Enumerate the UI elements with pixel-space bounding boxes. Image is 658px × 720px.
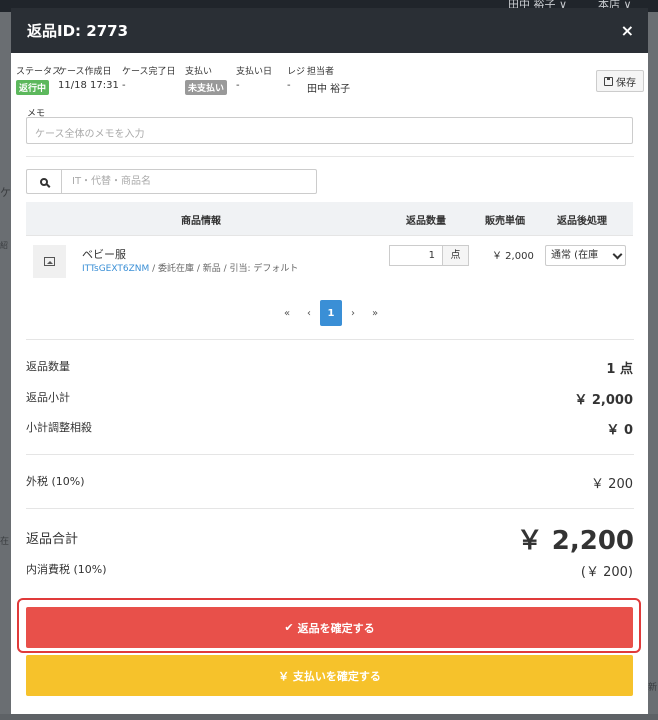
bg-fragment: ケ xyxy=(0,186,11,199)
total-value: ￥ 2,200 xyxy=(516,526,634,556)
register-value: - xyxy=(287,80,291,91)
summary-inc-tax: 内消費税 (10%) (￥ 200) xyxy=(26,561,633,580)
summary-adjust: 小計調整相殺 ￥ 0 xyxy=(26,419,633,438)
page-prev[interactable]: ‹ xyxy=(298,308,320,319)
bg-fragment: 在 xyxy=(0,537,10,547)
summary-tax: 外税 (10%) ￥ 200 xyxy=(26,473,633,492)
return-qty-label: 返品数量 xyxy=(26,360,70,373)
product-search: IT・代替・商品名 xyxy=(26,169,317,194)
return-qty-value: 1 点 xyxy=(606,362,633,377)
created-value: 11/18 17:31 xyxy=(58,80,119,91)
page-first[interactable]: « xyxy=(276,308,298,319)
save-button-label: 保存 xyxy=(616,77,636,89)
page-next[interactable]: › xyxy=(342,308,364,319)
page-last[interactable]: » xyxy=(364,308,386,319)
divider xyxy=(26,339,634,340)
confirm-return-label: 返品を確定する xyxy=(297,621,375,635)
subtotal-label: 返品小計 xyxy=(26,391,70,404)
adjust-value: ￥ 0 xyxy=(606,423,633,438)
search-input[interactable]: IT・代替・商品名 xyxy=(62,170,151,193)
quantity-input[interactable]: 1 xyxy=(389,245,442,266)
table-row: ベビー服 ITTsGEXT6ZNM / 委託在庫 / 新品 / 引当: デフォル… xyxy=(26,235,633,285)
quantity-unit: 点 xyxy=(442,245,469,266)
bg-fragment: 紹 xyxy=(0,241,8,250)
tax-value: ￥ 200 xyxy=(591,477,633,492)
memo-input[interactable]: ケース全体のメモを入力 xyxy=(26,117,633,144)
staff-label: 担当者 xyxy=(307,67,335,77)
created-field: ケース作成日 11/18 17:31 xyxy=(58,64,119,91)
col-product-info: 商品情報 xyxy=(181,216,221,227)
col-post-process: 返品後処理 xyxy=(557,216,607,227)
modal-title: 返品ID: 2773 xyxy=(27,22,129,40)
staff-value: 田中 裕子 xyxy=(307,84,351,95)
status-badge: 返行中 xyxy=(16,80,50,95)
paydate-label: 支払い日 xyxy=(236,67,273,77)
save-icon xyxy=(604,76,613,86)
paydate-field: 支払い日 - xyxy=(236,64,272,91)
post-process-value: 通常 (在庫 xyxy=(551,250,599,261)
product-name: ベビー服 xyxy=(82,248,126,261)
search-icon xyxy=(40,177,48,186)
image-icon xyxy=(44,257,55,266)
summary-return-qty: 返品数量 1 点 xyxy=(26,358,633,377)
close-icon[interactable]: × xyxy=(621,21,634,40)
total-label: 返品合計 xyxy=(26,532,79,547)
summary-subtotal: 返品小計 ￥ 2,000 xyxy=(26,389,633,408)
inc-tax-label: 内消費税 (10%) xyxy=(26,563,107,576)
bg-left-panel xyxy=(0,12,11,714)
payment-field: 支払い 未支払い xyxy=(185,64,228,95)
product-thumbnail xyxy=(33,245,66,278)
product-detail-text: / 委託在庫 / 新品 / 引当: デフォルト xyxy=(149,264,299,274)
save-button[interactable]: 保存 xyxy=(596,70,644,92)
bg-right-panel xyxy=(648,12,658,714)
status-field: ステータス 返行中 xyxy=(16,64,61,95)
pagination: « ‹ 1 › » xyxy=(276,300,386,326)
register-label: レジ xyxy=(287,67,306,77)
modal-header: 返品ID: 2773 × xyxy=(11,8,648,53)
col-unit-price: 販売単価 xyxy=(485,216,525,227)
tax-label: 外税 (10%) xyxy=(26,475,85,488)
post-process-select[interactable]: 通常 (在庫 xyxy=(545,245,626,266)
divider xyxy=(26,156,634,157)
search-button[interactable] xyxy=(27,170,62,193)
divider xyxy=(26,508,634,509)
check-icon: ✔ xyxy=(284,621,294,634)
staff-field: 担当者 田中 裕子 xyxy=(307,64,350,95)
completed-value: - xyxy=(122,80,126,91)
completed-field: ケース完了日 - xyxy=(122,64,176,91)
register-field: レジ - xyxy=(287,64,305,91)
product-detail: ITTsGEXT6ZNM / 委託在庫 / 新品 / 引当: デフォルト xyxy=(82,261,298,274)
completed-label: ケース完了日 xyxy=(122,67,176,77)
col-return-qty: 返品数量 xyxy=(406,216,446,227)
inc-tax-value: (￥ 200) xyxy=(580,565,633,580)
quantity-stepper: 1 点 xyxy=(389,245,469,266)
chevron-down-icon xyxy=(612,249,623,260)
case-info-row: ステータス 返行中 ケース作成日 11/18 17:31 ケース完了日 - 支払… xyxy=(16,64,644,96)
product-code-link[interactable]: ITTsGEXT6ZNM xyxy=(82,264,149,274)
subtotal-value: ￥ 2,000 xyxy=(574,393,633,408)
unit-price: ￥ 2,000 xyxy=(492,251,534,262)
paydate-value: - xyxy=(236,80,240,91)
payment-badge: 未支払い xyxy=(185,80,228,95)
page-current[interactable]: 1 xyxy=(320,300,342,326)
status-label: ステータス xyxy=(16,67,62,77)
confirm-return-button[interactable]: ✔ 返品を確定する xyxy=(26,607,633,648)
confirm-payment-button[interactable]: ￥ 支払いを確定する xyxy=(26,655,633,696)
payment-label: 支払い xyxy=(185,67,213,77)
bg-fragment: 新 xyxy=(648,683,658,693)
divider xyxy=(26,454,634,455)
confirm-payment-label: ￥ 支払いを確定する xyxy=(278,669,381,683)
adjust-label: 小計調整相殺 xyxy=(26,421,92,434)
table-header: 商品情報 返品数量 販売単価 返品後処理 xyxy=(26,202,633,235)
created-label: ケース作成日 xyxy=(58,67,112,77)
